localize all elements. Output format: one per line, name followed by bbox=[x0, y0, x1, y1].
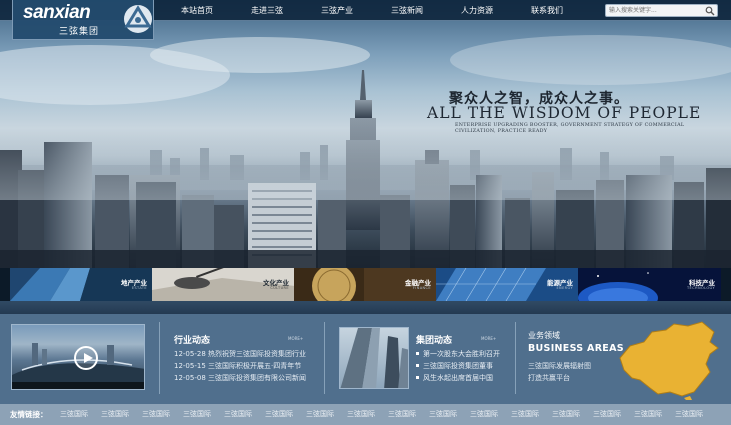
friend-link[interactable]: 三弦国际 bbox=[388, 409, 416, 419]
friend-link[interactable]: 三弦国际 bbox=[675, 409, 703, 419]
group-news-more[interactable]: MORE+ bbox=[481, 336, 496, 341]
news-title: 三弦国际积极开展五·四青年节 bbox=[208, 362, 302, 370]
category-technology[interactable]: 科技产业 TECHNOLOGY bbox=[578, 268, 721, 301]
logo-wordmark: sanxian bbox=[23, 2, 91, 23]
search-input[interactable] bbox=[609, 5, 703, 16]
group-news-thumbnail-image[interactable] bbox=[339, 327, 409, 389]
industry-news-title: 行业动态 bbox=[174, 336, 211, 346]
nav-about[interactable]: 走进三弦 bbox=[232, 0, 302, 21]
category-culture[interactable]: 文化产业 CULTURE bbox=[152, 268, 295, 301]
category-finance[interactable]: 金融产业 FINANCE bbox=[294, 268, 437, 301]
hero-slogan-subtitle: ENTERPRISE UPGRADING BOOSTER, GOVERNMENT… bbox=[455, 123, 685, 128]
news-item[interactable]: 12-05-28 热烈祝贺三弦国际投资集团行业 bbox=[174, 349, 316, 359]
logo-emblem-icon bbox=[124, 5, 152, 33]
category-estate-en: ESTATE bbox=[131, 286, 147, 290]
friendly-links-label: 友情链接： bbox=[10, 410, 48, 419]
play-icon[interactable] bbox=[74, 346, 98, 370]
business-title-cn: 业务领域 bbox=[528, 331, 560, 340]
friend-link[interactable]: 三弦国际 bbox=[429, 409, 457, 419]
video-controls[interactable] bbox=[12, 382, 144, 389]
friend-link[interactable]: 三弦国际 bbox=[306, 409, 334, 419]
video-player[interactable] bbox=[11, 324, 145, 390]
friend-link[interactable]: 三弦国际 bbox=[224, 409, 252, 419]
category-energy-en: ENERGY bbox=[556, 286, 573, 290]
nav-industry[interactable]: 三弦产业 bbox=[302, 0, 372, 21]
bullet-icon bbox=[416, 376, 419, 379]
news-title: 三弦国际投资集团有限公司新闻 bbox=[208, 374, 306, 382]
news-date: 12-05-15 bbox=[174, 362, 206, 370]
category-technology-en: TECHNOLOGY bbox=[686, 286, 715, 290]
group-news-item[interactable]: 三弦国际投资集团董事 bbox=[416, 361, 512, 371]
group-news-text: 第一次股东大会胜利召开 bbox=[423, 350, 500, 358]
divider bbox=[159, 322, 160, 394]
news-title: 热烈祝贺三弦国际投资集团行业 bbox=[208, 350, 306, 358]
news-item[interactable]: 12-05-15 三弦国际积极开展五·四青年节 bbox=[174, 361, 316, 371]
category-energy[interactable]: 能源产业 ENERGY bbox=[436, 268, 579, 301]
group-news-title: 集团动态 bbox=[416, 336, 453, 346]
hero-slogan-subtitle-2: CIVILIZATION, PRACTICE READY bbox=[455, 129, 548, 134]
group-news-item[interactable]: 第一次股东大会胜利召开 bbox=[416, 349, 512, 359]
friend-link[interactable]: 三弦国际 bbox=[183, 409, 211, 419]
group-news-item[interactable]: 风生水起出席首届中国 bbox=[416, 373, 512, 383]
friend-link[interactable]: 三弦国际 bbox=[60, 409, 88, 419]
business-line: 三弦国际发展辐射图 bbox=[528, 362, 591, 370]
hero-slogan-english: ALL THE WISDOM OF PEOPLE bbox=[427, 104, 702, 122]
nav-home[interactable]: 本站首页 bbox=[162, 0, 232, 21]
friend-link[interactable]: 三弦国际 bbox=[101, 409, 129, 419]
news-date: 12-05-28 bbox=[174, 350, 206, 358]
nav-contact[interactable]: 联系我们 bbox=[512, 0, 582, 21]
logo-subtitle: 三弦集团 bbox=[59, 27, 100, 37]
group-news-text: 三弦国际投资集团董事 bbox=[423, 362, 493, 370]
industry-news-more[interactable]: MORE+ bbox=[288, 336, 303, 341]
friend-link[interactable]: 三弦国际 bbox=[347, 409, 375, 419]
news-item[interactable]: 12-05-08 三弦国际投资集团有限公司新闻 bbox=[174, 373, 316, 383]
group-news-text: 风生水起出席首届中国 bbox=[423, 374, 493, 382]
nav-news[interactable]: 三弦新闻 bbox=[372, 0, 442, 21]
friend-link[interactable]: 三弦国际 bbox=[634, 409, 662, 419]
friend-link[interactable]: 三弦国际 bbox=[142, 409, 170, 419]
friend-link[interactable]: 三弦国际 bbox=[470, 409, 498, 419]
industry-category-strip: 地产产业 ESTATE 文化产业 CULTURE 金融产业 FINANCE 能源… bbox=[0, 268, 731, 301]
buildings-image bbox=[340, 328, 408, 388]
search-icon[interactable] bbox=[705, 6, 715, 16]
category-estate[interactable]: 地产产业 ESTATE bbox=[10, 268, 153, 301]
china-map-icon[interactable] bbox=[610, 320, 722, 400]
category-culture-en: CULTURE bbox=[270, 286, 289, 290]
friend-link[interactable]: 三弦国际 bbox=[511, 409, 539, 419]
category-finance-en: FINANCE bbox=[412, 286, 431, 290]
footer-links-bar: 友情链接： 三弦国际 三弦国际 三弦国际 三弦国际 三弦国际 三弦国际 三弦国际… bbox=[0, 404, 731, 425]
news-date: 12-05-08 bbox=[174, 374, 206, 382]
friend-link[interactable]: 三弦国际 bbox=[265, 409, 293, 419]
nav-hr[interactable]: 人力资源 bbox=[442, 0, 512, 21]
decorative-band bbox=[0, 301, 731, 314]
bullet-icon bbox=[416, 364, 419, 367]
friend-link[interactable]: 三弦国际 bbox=[593, 409, 621, 419]
main-nav: 本站首页 走进三弦 三弦产业 三弦新闻 人力资源 联系我们 bbox=[162, 0, 582, 21]
city-skyline-image bbox=[0, 35, 731, 268]
friend-link[interactable]: 三弦国际 bbox=[552, 409, 580, 419]
bullet-icon bbox=[416, 352, 419, 355]
brand-logo[interactable]: sanxian 三弦集团 bbox=[12, 0, 154, 40]
divider bbox=[515, 322, 516, 394]
hero-banner: 聚众人之智，成众人之事。 ALL THE WISDOM OF PEOPLE EN… bbox=[0, 0, 731, 268]
search-box bbox=[605, 4, 718, 17]
divider bbox=[324, 322, 325, 394]
business-line: 打造共赢平台 bbox=[528, 374, 570, 382]
